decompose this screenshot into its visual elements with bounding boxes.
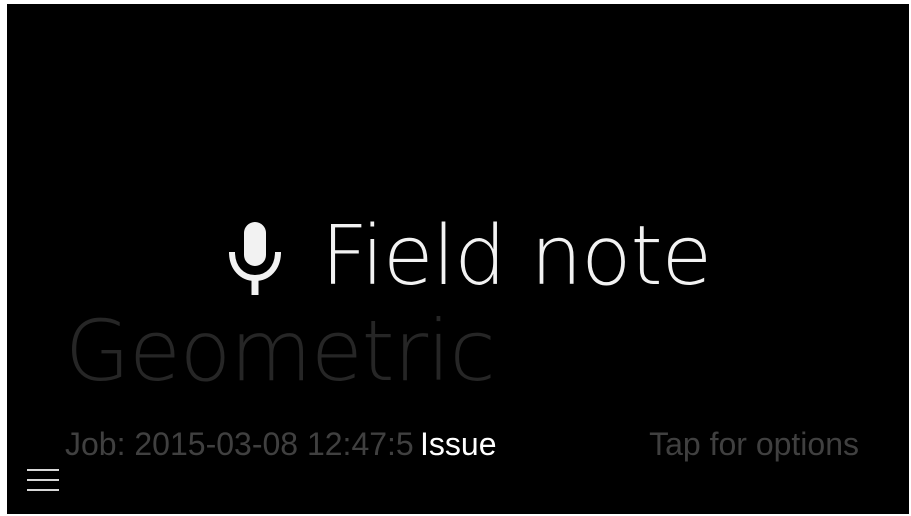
voice-command-overlay: Field note (227, 207, 712, 307)
issue-label: Issue (420, 426, 499, 462)
glass-card[interactable]: Geometric Field note Job: 2015-03-08 12:… (7, 4, 909, 514)
voice-command-title: Field note (321, 209, 712, 304)
background-title: Geometric (65, 302, 496, 400)
menu-icon[interactable] (27, 469, 59, 493)
tap-for-options-hint: Tap for options (649, 426, 859, 462)
job-timestamp: Job: 2015-03-08 12:47:5 (65, 426, 414, 462)
microphone-icon (227, 222, 283, 298)
